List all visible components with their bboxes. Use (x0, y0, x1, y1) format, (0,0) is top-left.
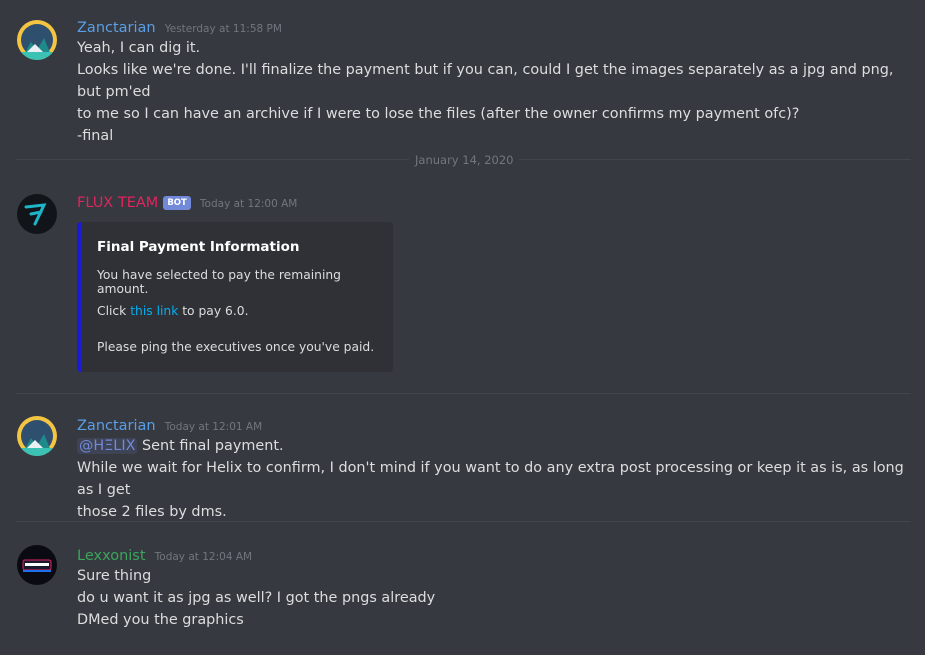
divider (16, 521, 911, 522)
embed-text-suffix: to pay 6.0. (178, 304, 249, 318)
payment-embed: Final Payment Information You have selec… (77, 222, 393, 372)
flux-team-avatar-icon (17, 194, 57, 234)
bot-badge: BOT (163, 196, 191, 210)
message-line: Looks like we're done. I'll finalize the… (77, 62, 894, 100)
username[interactable]: Lexxonist (77, 548, 146, 564)
message-line: those 2 files by dms. (77, 504, 227, 520)
user-mention[interactable]: @HΞLIX (77, 438, 138, 454)
username[interactable]: Zanctarian (77, 20, 156, 36)
zanctarian-avatar-icon (17, 416, 57, 456)
message-line: DMed you the graphics (77, 612, 244, 628)
message-line: do u want it as jpg as well? I got the p… (77, 590, 436, 606)
message-text: Sent final payment. (137, 438, 284, 454)
embed-text: Click this link to pay 6.0. (97, 304, 248, 318)
timestamp: Today at 12:00 AM (199, 198, 298, 210)
avatar[interactable] (17, 194, 57, 234)
zanctarian-avatar-icon (17, 20, 57, 60)
message-line: @HΞLIX Sent final payment. (77, 435, 905, 457)
payment-link[interactable]: this link (130, 304, 178, 318)
message-line: Yeah, I can dig it. (77, 40, 201, 56)
avatar[interactable] (17, 20, 57, 60)
avatar[interactable] (17, 545, 57, 585)
message-line: -final (77, 128, 114, 144)
username[interactable]: FLUX TEAM (77, 195, 158, 211)
date-divider: January 14, 2020 (409, 152, 520, 168)
username[interactable]: Zanctarian (77, 418, 156, 434)
embed-text: You have selected to pay the remaining a… (97, 268, 341, 296)
timestamp: Yesterday at 11:58 PM (164, 23, 282, 35)
lexxonist-avatar-icon (17, 545, 57, 585)
avatar[interactable] (17, 416, 57, 456)
embed-text: Please ping the executives once you've p… (97, 340, 375, 354)
message-line: While we wait for Helix to confirm, I do… (77, 460, 904, 498)
timestamp: Today at 12:04 AM (154, 551, 253, 563)
message-line: to me so I can have an archive if I were… (77, 106, 800, 122)
timestamp: Today at 12:01 AM (164, 421, 263, 433)
embed-text-prefix: Click (97, 304, 131, 318)
embed-title: Final Payment Information (97, 239, 300, 255)
message-line: Sure thing (77, 568, 152, 584)
divider (16, 393, 911, 394)
